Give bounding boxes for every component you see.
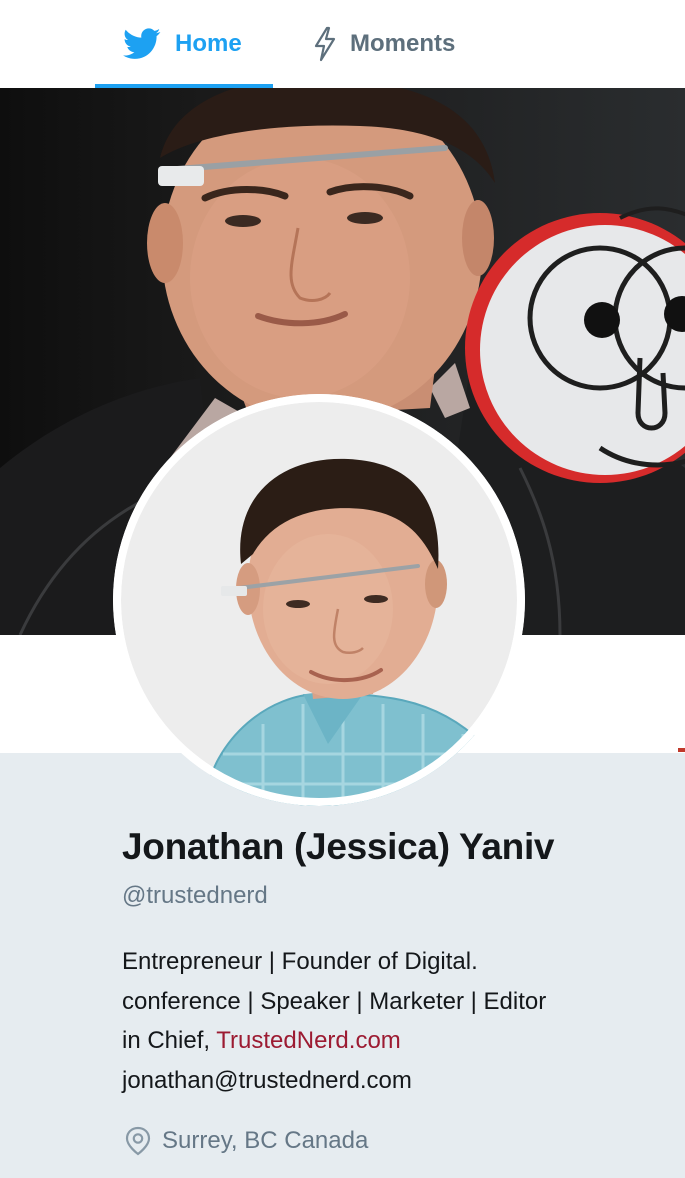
- bio-text: in Chief,: [122, 1027, 217, 1054]
- location-text: Surrey, BC Canada: [162, 1127, 369, 1154]
- lightning-icon: [314, 26, 336, 62]
- top-nav: Home Moments: [0, 0, 685, 88]
- tab-moments[interactable]: Moments: [308, 0, 478, 88]
- website-link[interactable]: TrustedNerd.com: [216, 1027, 401, 1054]
- bio-line: conference | Speaker | Marketer | Editor: [122, 987, 547, 1015]
- bird-icon: [123, 28, 161, 59]
- bio-line: in Chief, TrustedNerd.com: [122, 1021, 642, 1061]
- avatar-image: [113, 394, 525, 806]
- bio-email: jonathan@trustednerd.com: [122, 1066, 412, 1094]
- tab-home[interactable]: Home: [95, 0, 273, 88]
- edge-mark: [678, 748, 685, 752]
- profile-name[interactable]: Jonathan (Jessica) Yaniv: [122, 826, 555, 868]
- profile-location: Surrey, BC Canada: [124, 1124, 368, 1158]
- location-pin-icon: [125, 1126, 151, 1156]
- bio-line: Entrepreneur | Founder of Digital.: [122, 948, 478, 975]
- tab-moments-label: Moments: [350, 30, 456, 57]
- profile-avatar[interactable]: [113, 394, 525, 806]
- profile-bio: Entrepreneur | Founder of Digital. confe…: [122, 942, 642, 1100]
- profile-handle[interactable]: @trustednerd: [122, 882, 268, 910]
- tab-home-label: Home: [175, 30, 242, 57]
